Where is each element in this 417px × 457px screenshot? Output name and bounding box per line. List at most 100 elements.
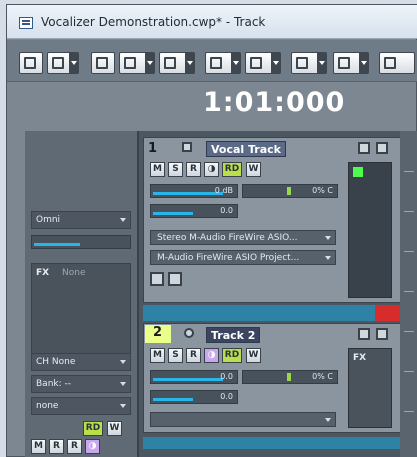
track-1-pan-slider[interactable]: 0% C	[242, 184, 338, 198]
view-button[interactable]	[19, 52, 43, 74]
console-button[interactable]	[91, 52, 115, 74]
trim-value: 0.0	[220, 392, 233, 401]
markers-button[interactable]	[245, 52, 281, 74]
minimize-icon[interactable]	[358, 142, 370, 154]
fx-label: FX	[353, 353, 367, 363]
chevron-down-icon[interactable]	[231, 53, 240, 73]
maximize-icon[interactable]	[376, 328, 388, 340]
track-1-record-button[interactable]: R	[186, 162, 201, 177]
input-select[interactable]: Omni	[31, 211, 131, 229]
view-icon	[24, 57, 36, 69]
bank-select[interactable]: Bank: --	[31, 375, 131, 393]
chevron-down-icon[interactable]	[359, 53, 368, 73]
grid-icon	[210, 57, 222, 69]
track-name[interactable]: Track 2	[206, 327, 261, 343]
snap-icon	[124, 57, 136, 69]
layout-icon	[296, 57, 308, 69]
track-2-mute-button[interactable]: M	[150, 348, 165, 363]
track-2-input-echo-button[interactable]: ◑	[204, 348, 219, 363]
inspector-record-button[interactable]: R	[67, 439, 82, 454]
snap-button[interactable]	[119, 52, 155, 74]
chevron-down-icon[interactable]	[317, 53, 326, 73]
input-value: Stereo M-Audio FireWire ASIO...	[157, 233, 298, 243]
track-1-input-echo-button[interactable]: ◑	[204, 162, 219, 177]
output-value: M-Audio FireWire ASIO Project...	[157, 253, 300, 263]
main-toolbar	[7, 40, 417, 82]
chevron-down-icon	[325, 256, 331, 260]
markers-icon	[250, 57, 262, 69]
link-icon[interactable]	[150, 272, 164, 286]
track-2-volume-slider[interactable]: 0.0	[150, 370, 238, 384]
track-2-rd-button[interactable]: RD	[222, 348, 242, 363]
meter-led	[353, 167, 363, 177]
app-icon	[19, 17, 33, 29]
track-2-w-button[interactable]: W	[246, 348, 261, 363]
inspector-solo-button[interactable]: R	[49, 439, 64, 454]
inspector-fx-bin[interactable]: FX None	[31, 263, 131, 357]
channel-select[interactable]: CH None	[31, 353, 131, 371]
more-button[interactable]	[333, 52, 369, 74]
track-view: 1 Vocal Track M S R ◑ RD W 0 dB 0% C 0.0…	[137, 131, 417, 457]
track-2[interactable]: 2 Track 2 M S R ◑ RD W 0.0 0% C 0.0 FX	[143, 323, 415, 433]
pan-value: 0% C	[312, 186, 333, 195]
track-type-icon	[184, 328, 194, 338]
volume-value: 0.0	[220, 372, 233, 381]
bank-label: Bank: --	[36, 379, 71, 389]
chevron-down-icon	[120, 382, 126, 386]
chevron-down-icon	[120, 360, 126, 364]
volume-value: 0 dB	[214, 186, 233, 195]
console-icon	[96, 57, 108, 69]
track-2-record-button[interactable]: R	[186, 348, 201, 363]
fx-note: None	[62, 268, 86, 278]
overflow-button[interactable]	[379, 52, 415, 74]
chevron-down-icon	[120, 218, 126, 222]
track-1[interactable]: 1 Vocal Track M S R ◑ RD W 0 dB 0% C 0.0…	[143, 137, 415, 303]
now-time-display[interactable]: 1:01:000	[203, 87, 345, 118]
inspector-rd-button[interactable]: RD	[83, 421, 103, 436]
automation-icon[interactable]	[168, 272, 182, 286]
track-1-mute-button[interactable]: M	[150, 162, 165, 177]
window-title: Vocalizer Demonstration.cwp* - Track	[41, 15, 266, 29]
track-1-w-button[interactable]: W	[246, 162, 261, 177]
track-1-output-select[interactable]: M-Audio FireWire ASIO Project...	[150, 250, 336, 265]
layout-button[interactable]	[291, 52, 327, 74]
track-2-solo-button[interactable]: S	[168, 348, 183, 363]
patch-label: none	[36, 401, 59, 411]
meter-band	[143, 437, 415, 449]
inspector-w-button[interactable]: W	[107, 421, 122, 436]
title-bar: Vocalizer Demonstration.cwp* - Track	[7, 5, 417, 39]
track-2-pan-slider[interactable]: 0% C	[242, 370, 338, 384]
chevron-down-icon	[120, 404, 126, 408]
chevron-down-icon[interactable]	[185, 53, 194, 73]
track-type-icon	[182, 142, 192, 152]
track-1-solo-button[interactable]: S	[168, 162, 183, 177]
track-2-fx-bin[interactable]: FX	[348, 348, 392, 428]
track-1-trim-slider[interactable]: 0.0	[150, 204, 238, 218]
fx-label: FX	[36, 268, 50, 278]
channel-label: CH None	[36, 357, 76, 367]
more-icon	[338, 57, 350, 69]
track-1-meter	[348, 162, 392, 298]
chevron-down-icon[interactable]	[145, 53, 154, 73]
chevron-down-icon	[325, 418, 331, 422]
app-window: Vocalizer Demonstration.cwp* - Track 1:0…	[6, 4, 417, 457]
grid-button[interactable]	[205, 52, 241, 74]
track-2-input-select[interactable]	[150, 412, 336, 427]
track-scrollbar[interactable]	[400, 131, 417, 457]
track-1-volume-slider[interactable]: 0 dB	[150, 184, 238, 198]
pan-value: 0% C	[312, 372, 333, 381]
patch-select[interactable]: none	[31, 397, 131, 415]
chevron-down-icon[interactable]	[271, 53, 280, 73]
track-1-rd-button[interactable]: RD	[222, 162, 242, 177]
minimize-icon[interactable]	[358, 328, 370, 340]
track-name[interactable]: Vocal Track	[206, 141, 286, 157]
inspector-button[interactable]	[47, 52, 79, 74]
inspector-input-echo-button[interactable]: ◑	[85, 439, 100, 454]
track-1-input-select[interactable]: Stereo M-Audio FireWire ASIO...	[150, 230, 336, 245]
inspector-mute-button[interactable]: M	[31, 439, 46, 454]
chevron-down-icon[interactable]	[69, 53, 78, 73]
maximize-icon[interactable]	[376, 142, 388, 154]
edit-button[interactable]	[159, 52, 195, 74]
inspector-volume-slider[interactable]	[31, 235, 131, 249]
track-2-trim-slider[interactable]: 0.0	[150, 390, 238, 404]
